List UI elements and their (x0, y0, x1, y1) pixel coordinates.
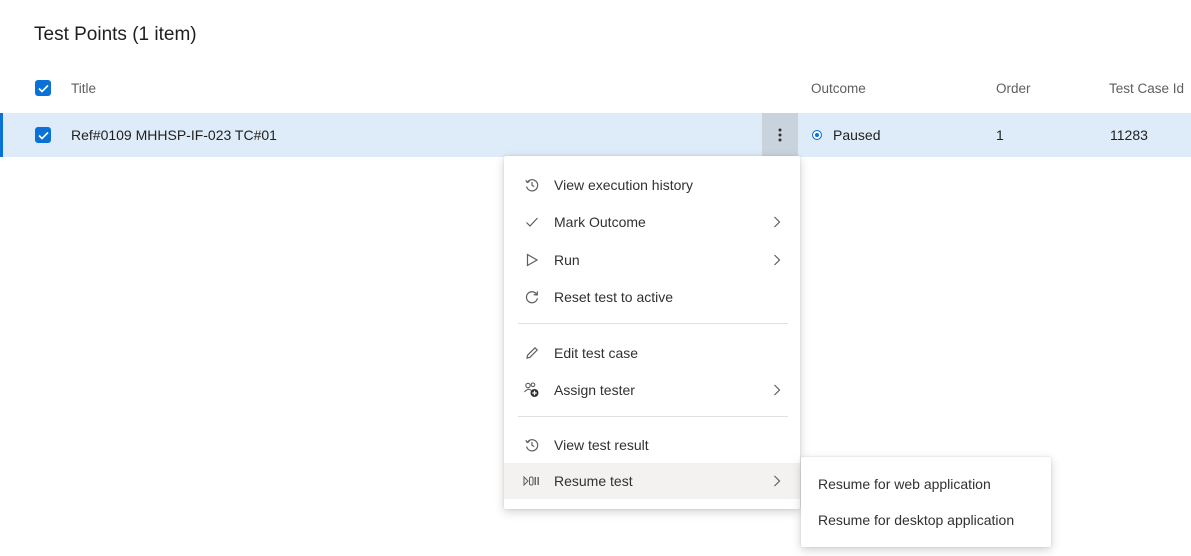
menu-item-label: Edit test case (554, 345, 639, 361)
menu-item-view-test-result[interactable]: View test result (504, 427, 800, 463)
more-vertical-icon (778, 128, 782, 142)
checkmark-icon (35, 80, 51, 96)
chevron-right-icon (770, 215, 784, 229)
submenu-item-resume-desktop[interactable]: Resume for desktop application (801, 502, 1051, 538)
menu-item-label: Run (554, 252, 580, 268)
row-order: 1 (996, 127, 1004, 143)
menu-item-resume-test[interactable]: Resume test (504, 463, 800, 499)
menu-divider (518, 323, 788, 324)
menu-item-view-execution-history[interactable]: View execution history (504, 167, 800, 203)
resume-icon (522, 471, 542, 491)
menu-divider (518, 416, 788, 417)
menu-item-label: View test result (554, 437, 649, 453)
menu-item-label: Reset test to active (554, 289, 674, 305)
pencil-icon (522, 343, 542, 363)
resume-submenu: Resume for web application Resume for de… (801, 457, 1051, 547)
chevron-right-icon (770, 474, 784, 488)
row-outcome: Paused (812, 113, 880, 157)
context-menu: View execution history Mark Outcome Run (504, 156, 800, 509)
assign-user-icon (522, 380, 542, 400)
menu-item-label: Resume test (554, 473, 633, 489)
menu-item-label: View execution history (554, 177, 694, 193)
row-checkbox[interactable] (35, 113, 51, 157)
selection-indicator (0, 113, 3, 157)
outcome-label: Paused (833, 127, 881, 143)
menu-item-assign-tester[interactable]: Assign tester (504, 372, 800, 408)
submenu-item-label: Resume for web application (818, 476, 991, 492)
play-icon (522, 250, 542, 270)
select-all-checkbox[interactable] (35, 68, 51, 108)
page-title: Test Points (1 item) (34, 24, 197, 45)
test-points-page: Test Points (1 item) Title Outcome Order… (0, 0, 1191, 556)
table-header: Title Outcome Order Test Case Id (0, 68, 1191, 108)
menu-item-mark-outcome[interactable]: Mark Outcome (504, 204, 800, 240)
menu-item-label: Mark Outcome (554, 214, 646, 230)
menu-item-run[interactable]: Run (504, 242, 800, 278)
column-header-test-case-id[interactable]: Test Case Id (1109, 68, 1184, 108)
history-icon (522, 435, 542, 455)
menu-item-label: Assign tester (554, 382, 635, 398)
menu-item-edit-test-case[interactable]: Edit test case (504, 335, 800, 371)
column-header-outcome[interactable]: Outcome (811, 68, 866, 108)
chevron-right-icon (770, 253, 784, 267)
submenu-item-label: Resume for desktop application (818, 512, 1015, 528)
chevron-right-icon (770, 383, 784, 397)
row-test-case-id: 11283 (1110, 127, 1148, 143)
column-header-title[interactable]: Title (71, 68, 96, 108)
table-row[interactable]: Ref#0109 MHHSP-IF-023 TC#01 Paused 1 112… (0, 113, 1191, 157)
status-dot-icon (812, 130, 822, 140)
column-header-order[interactable]: Order (996, 68, 1031, 108)
row-title[interactable]: Ref#0109 MHHSP-IF-023 TC#01 (71, 113, 277, 157)
submenu-item-resume-web[interactable]: Resume for web application (801, 466, 1051, 502)
reset-icon (522, 287, 542, 307)
checkmark-icon (35, 127, 51, 143)
more-options-button[interactable] (762, 113, 798, 157)
checkmark-icon (522, 212, 542, 232)
history-icon (522, 175, 542, 195)
menu-item-reset-test[interactable]: Reset test to active (504, 279, 800, 315)
